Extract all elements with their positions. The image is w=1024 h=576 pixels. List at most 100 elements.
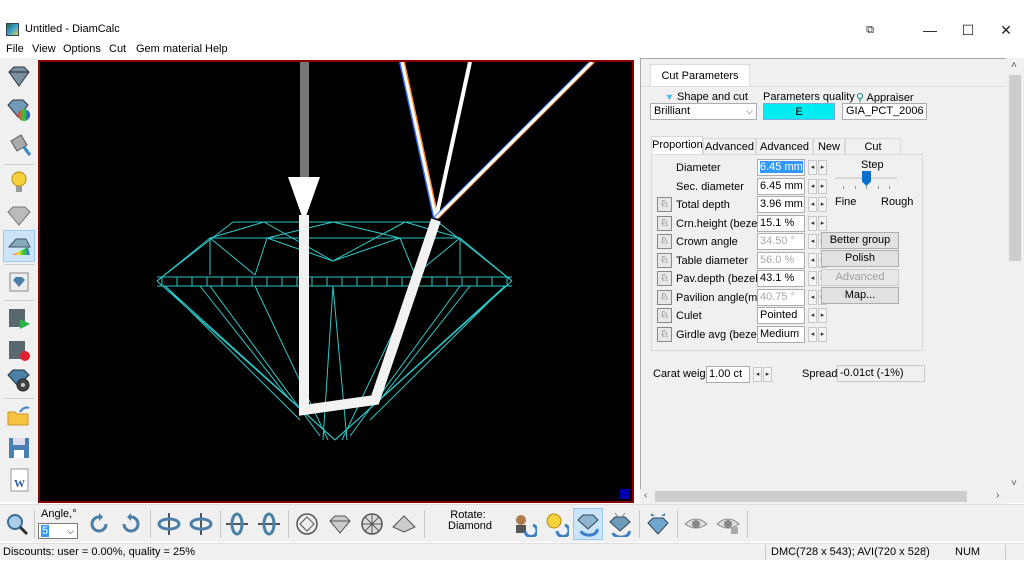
param-decrement-button[interactable]: ◂ bbox=[808, 290, 817, 305]
param-increment-button[interactable]: ▸ bbox=[818, 197, 827, 212]
param-decrement-button[interactable]: ◂ bbox=[808, 160, 817, 175]
param-decrement-button[interactable]: ◂ bbox=[808, 327, 817, 342]
rotate-all-button[interactable] bbox=[605, 508, 635, 540]
param-decrement-button[interactable]: ◂ bbox=[808, 308, 817, 323]
video-record-button[interactable] bbox=[3, 334, 35, 366]
param-value-input[interactable]: 56.0 % bbox=[757, 252, 805, 269]
carat-increment-button[interactable]: ▸ bbox=[763, 367, 772, 382]
param-increment-button[interactable]: ▸ bbox=[818, 216, 827, 231]
scroll-left-icon[interactable]: ‹ bbox=[644, 490, 647, 501]
param-increment-button[interactable]: ▸ bbox=[818, 327, 827, 342]
lock-parameter-icon[interactable]: ♘ bbox=[657, 216, 672, 231]
lock-parameter-icon[interactable]: ♘ bbox=[657, 290, 672, 305]
angle-select[interactable]: 5 ⌵ bbox=[38, 523, 78, 539]
param-decrement-button[interactable]: ◂ bbox=[808, 234, 817, 249]
menu-gem-material[interactable]: Gem material bbox=[136, 43, 202, 55]
param-increment-button[interactable]: ▸ bbox=[818, 308, 827, 323]
rotate-vertical-left-button[interactable] bbox=[154, 508, 184, 540]
reflection-view-button[interactable] bbox=[643, 508, 673, 540]
tab-advanced-2[interactable]: Advanced 2 bbox=[756, 138, 813, 170]
carat-decrement-button[interactable]: ◂ bbox=[753, 367, 762, 382]
map-button[interactable]: Map... bbox=[821, 287, 899, 304]
appraiser-select[interactable]: GIA_PCT_2006 ⌵ bbox=[842, 103, 927, 120]
param-decrement-button[interactable]: ◂ bbox=[808, 253, 817, 268]
param-value-input[interactable]: 3.96 mm bbox=[757, 196, 805, 213]
param-decrement-button[interactable]: ◂ bbox=[808, 271, 817, 286]
paint-bucket-button[interactable] bbox=[3, 128, 35, 160]
diamond-wheel-button[interactable] bbox=[3, 364, 35, 396]
observer-eye-alt-button[interactable] bbox=[713, 508, 743, 540]
param-value-input[interactable]: 6.45 mm bbox=[757, 178, 805, 195]
menu-options[interactable]: Options bbox=[63, 43, 101, 55]
observer-eye-button[interactable] bbox=[681, 508, 711, 540]
rotate-cw-button[interactable] bbox=[116, 508, 146, 540]
rotate-vertical-right-button[interactable] bbox=[186, 508, 216, 540]
param-value-input[interactable]: Medium bbox=[757, 326, 805, 343]
diamond-shape-button[interactable] bbox=[3, 60, 35, 92]
panel-vertical-scrollbar[interactable]: ˄ ˅ bbox=[1006, 58, 1024, 494]
save-button[interactable] bbox=[3, 432, 35, 464]
minimize-button[interactable]: — bbox=[910, 20, 950, 40]
bottom-view-button[interactable] bbox=[357, 508, 387, 540]
viewport-resize-handle[interactable] bbox=[620, 489, 630, 499]
ray-trace-button[interactable] bbox=[3, 230, 35, 262]
tab-new[interactable]: New bbox=[813, 138, 845, 155]
carat-weight-input[interactable]: 1.00 ct bbox=[706, 366, 750, 383]
rotate-observer-button[interactable] bbox=[509, 508, 539, 540]
zoom-button[interactable] bbox=[2, 508, 32, 540]
shape-select[interactable]: Brilliant ⌵ bbox=[650, 103, 757, 120]
tab-proportions[interactable]: Proportions bbox=[651, 136, 708, 155]
vertical-scroll-thumb[interactable] bbox=[1009, 75, 1021, 261]
tab-advanced[interactable]: Advanced bbox=[703, 138, 756, 155]
scroll-right-icon[interactable]: › bbox=[996, 490, 999, 501]
side-view-button[interactable] bbox=[325, 508, 355, 540]
scroll-down-icon[interactable]: ˅ bbox=[1011, 478, 1017, 489]
param-value-input[interactable]: 34.50 ° bbox=[757, 233, 805, 250]
lock-parameter-icon[interactable]: ♘ bbox=[657, 327, 672, 342]
video-play-button[interactable] bbox=[3, 302, 35, 334]
lock-parameter-icon[interactable]: ♘ bbox=[657, 253, 672, 268]
rotate-diamond-button[interactable] bbox=[573, 508, 603, 540]
param-value-input[interactable]: 15.1 % bbox=[757, 215, 805, 232]
lock-parameter-icon[interactable]: ♘ bbox=[657, 308, 672, 323]
menu-view[interactable]: View bbox=[32, 43, 56, 55]
param-increment-button[interactable]: ▸ bbox=[818, 160, 827, 175]
window-extra-button[interactable]: ⧉ bbox=[850, 20, 890, 40]
advanced-edit-button[interactable]: Advanced edit... bbox=[821, 269, 899, 298]
menu-file[interactable]: File bbox=[6, 43, 24, 55]
maximize-button[interactable]: ☐ bbox=[948, 20, 988, 40]
scroll-up-icon[interactable]: ˄ bbox=[1011, 60, 1017, 71]
tab-cut-quality[interactable]: Cut Quality bbox=[845, 138, 901, 170]
param-value-input[interactable]: 40.75 ° bbox=[757, 289, 805, 306]
diamond-viewport[interactable] bbox=[38, 60, 634, 503]
polish-reports-button[interactable]: Polish reports... bbox=[821, 250, 899, 279]
rotate-horizontal-up-button[interactable] bbox=[222, 508, 252, 540]
step-slider-thumb[interactable] bbox=[862, 171, 871, 186]
param-increment-button[interactable]: ▸ bbox=[818, 179, 827, 194]
param-value-input[interactable]: Pointed bbox=[757, 307, 805, 324]
light-bulb-button[interactable] bbox=[3, 166, 35, 198]
rotate-light-button[interactable] bbox=[541, 508, 571, 540]
lock-parameter-icon[interactable]: ♘ bbox=[657, 271, 672, 286]
perspective-view-button[interactable] bbox=[389, 508, 419, 540]
panel-horizontal-scrollbar[interactable]: ‹ › bbox=[640, 489, 1006, 504]
lock-parameter-icon[interactable]: ♘ bbox=[657, 234, 672, 249]
rotate-ccw-button[interactable] bbox=[84, 508, 114, 540]
menu-help[interactable]: Help bbox=[205, 43, 228, 55]
close-button[interactable]: ✕ bbox=[986, 20, 1024, 40]
param-value-input[interactable]: 43.1 % bbox=[757, 270, 805, 287]
param-decrement-button[interactable]: ◂ bbox=[808, 179, 817, 194]
tab-cut-parameters[interactable]: Cut Parameters bbox=[650, 64, 750, 86]
better-group-button[interactable]: Better group bbox=[821, 232, 899, 249]
open-folder-button[interactable] bbox=[3, 400, 35, 432]
diamond-color-button[interactable] bbox=[3, 94, 35, 126]
diamond-photo-button[interactable] bbox=[3, 266, 35, 298]
param-value-input[interactable]: 6.45 mm bbox=[757, 159, 805, 176]
lock-parameter-icon[interactable]: ♘ bbox=[657, 197, 672, 212]
rotate-horizontal-down-button[interactable] bbox=[254, 508, 284, 540]
param-decrement-button[interactable]: ◂ bbox=[808, 216, 817, 231]
param-decrement-button[interactable]: ◂ bbox=[808, 197, 817, 212]
export-word-button[interactable]: W bbox=[3, 464, 35, 496]
gray-diamond-button[interactable] bbox=[3, 200, 35, 232]
top-view-button[interactable] bbox=[292, 508, 322, 540]
